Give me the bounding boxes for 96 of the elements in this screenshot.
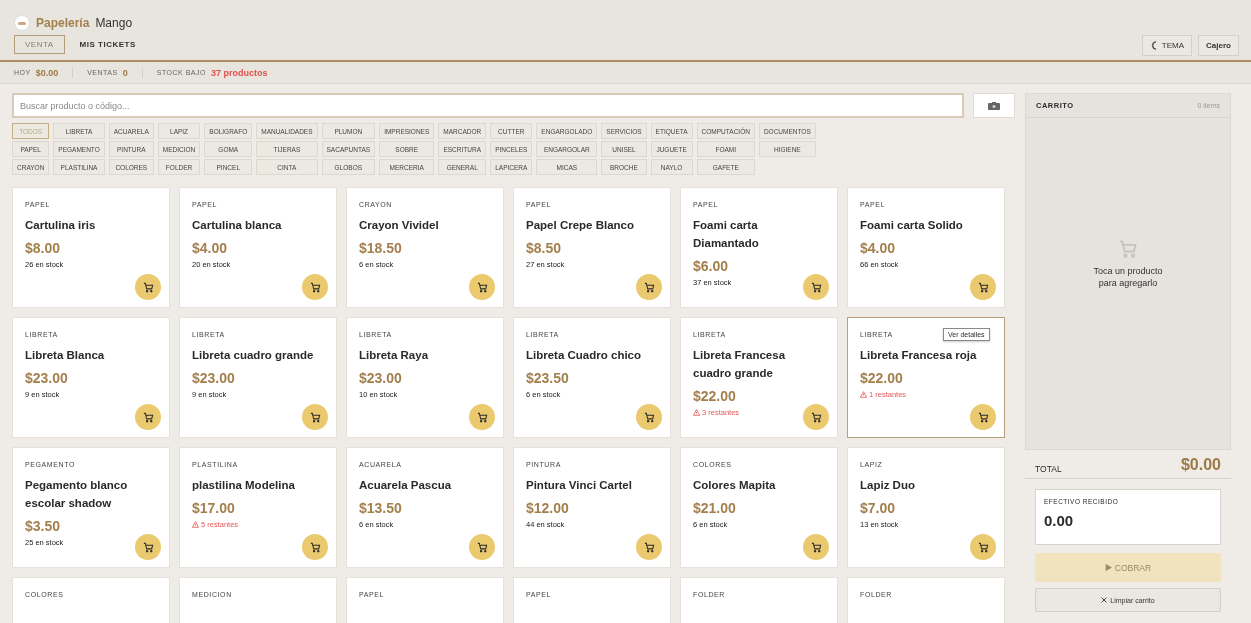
add-to-cart-button[interactable]	[135, 274, 161, 300]
stat-value: 37 productos	[210, 67, 268, 78]
product-name: Libreta Blanca	[25, 348, 106, 363]
product-name: Cartulina blanca	[192, 218, 283, 233]
cart-icon	[309, 541, 321, 553]
warning-icon	[192, 521, 199, 528]
brand-suffix: Mango	[95, 16, 133, 30]
add-to-cart-button[interactable]	[970, 404, 996, 430]
product-name: Foami carta Solido	[860, 218, 964, 233]
warning-icon	[693, 409, 700, 416]
product-price: $6.00	[693, 258, 730, 274]
product-name: Pintura Vinci Cartel	[526, 478, 633, 493]
product-price: $23.50	[526, 370, 570, 386]
product-name: plastilina Modelina	[192, 478, 296, 493]
cart-icon	[476, 411, 488, 423]
product-price: $21.00	[693, 500, 737, 516]
product-name: Pegamento blanco escolar shadow	[25, 478, 129, 511]
cart-icon	[810, 541, 822, 553]
product-price: $3.50	[25, 518, 62, 534]
cart-icon	[977, 281, 989, 293]
cart-icon	[142, 411, 154, 423]
product-price: $8.50	[526, 240, 563, 256]
cart-icon	[309, 281, 321, 293]
add-to-cart-button[interactable]	[970, 274, 996, 300]
cart-icon	[142, 281, 154, 293]
cart-icon	[643, 281, 655, 293]
cart-icon	[643, 541, 655, 553]
stat-value: 0	[122, 67, 128, 78]
stat-value: $0.00	[35, 67, 59, 78]
empty-cart-message: Toca un producto para agregarlo	[1092, 264, 1164, 289]
cart-icon	[643, 411, 655, 423]
add-to-cart-button[interactable]	[636, 404, 662, 430]
product-name: Libreta Raya	[359, 348, 430, 363]
cart-icon	[977, 411, 989, 423]
cash-value: 0.00	[1044, 512, 1075, 529]
product-price: $13.50	[359, 500, 403, 516]
product-price: $23.00	[359, 370, 403, 386]
product-name: Foami carta Diamantado	[693, 218, 760, 251]
product-name: Libreta Francesa cuadro grande	[693, 348, 787, 381]
play-icon	[1104, 564, 1112, 571]
add-to-cart-button[interactable]	[302, 274, 328, 300]
product-price: $8.00	[25, 240, 62, 256]
cart-icon	[1118, 238, 1138, 259]
product-name: Papel Crepe Blanco	[526, 218, 635, 233]
add-to-cart-button[interactable]	[135, 534, 161, 560]
total-label: TOTAL	[1035, 464, 1062, 474]
product-price: $22.00	[693, 388, 737, 404]
product-price: $23.00	[25, 370, 69, 386]
add-to-cart-button[interactable]	[636, 534, 662, 560]
close-icon	[1101, 597, 1108, 603]
product-price: $12.00	[526, 500, 570, 516]
add-to-cart-button[interactable]	[135, 404, 161, 430]
nav-tab[interactable]: VENTA	[14, 35, 65, 54]
product-name: Crayon Vividel	[359, 218, 440, 233]
user-button[interactable]: Cajero	[1198, 35, 1239, 56]
logo-icon	[14, 15, 30, 31]
add-to-cart-button[interactable]	[469, 274, 495, 300]
product-name: Cartulina iris	[25, 218, 97, 233]
product-name: Lapiz Duo	[860, 478, 916, 493]
cart-icon	[810, 411, 822, 423]
product-price: $22.00	[860, 370, 904, 386]
cart-icon	[810, 281, 822, 293]
product-name: Libreta Francesa roja	[860, 348, 978, 363]
add-to-cart-button[interactable]	[803, 534, 829, 560]
add-to-cart-button[interactable]	[469, 534, 495, 560]
product-price: $7.00	[860, 500, 897, 516]
product-price: $23.00	[192, 370, 236, 386]
nav-tab[interactable]: MIS TICKETS	[68, 35, 147, 54]
cart-icon	[977, 541, 989, 553]
brand-name: Papelería	[36, 16, 90, 30]
product-price: $18.50	[359, 240, 403, 256]
warning-icon	[860, 391, 867, 398]
scan-button[interactable]	[973, 93, 1015, 118]
camera-icon	[988, 101, 1000, 110]
theme-button[interactable]: TEMA	[1141, 35, 1193, 56]
cart-icon	[142, 541, 154, 553]
product-name: Libreta cuadro grande	[192, 348, 315, 363]
cart-icon	[476, 541, 488, 553]
add-to-cart-button[interactable]	[970, 534, 996, 560]
total-value: $0.00	[1180, 456, 1221, 474]
product-price: $17.00	[192, 500, 236, 516]
add-to-cart-button[interactable]	[302, 404, 328, 430]
product-name: Colores Mapita	[693, 478, 777, 493]
product-name: Libreta Cuadro chico	[526, 348, 643, 363]
add-to-cart-button[interactable]	[636, 274, 662, 300]
add-to-cart-button[interactable]	[803, 274, 829, 300]
product-name: Acuarela Pascua	[359, 478, 453, 493]
product-price: $4.00	[192, 240, 229, 256]
search-field[interactable]: Buscar producto o código...	[12, 93, 964, 118]
add-to-cart-button[interactable]	[469, 404, 495, 430]
moon-icon	[1149, 41, 1159, 50]
cart-icon	[476, 281, 488, 293]
add-to-cart-button[interactable]	[803, 404, 829, 430]
product-price: $4.00	[860, 240, 897, 256]
add-to-cart-button[interactable]	[302, 534, 328, 560]
cart-icon	[309, 411, 321, 423]
